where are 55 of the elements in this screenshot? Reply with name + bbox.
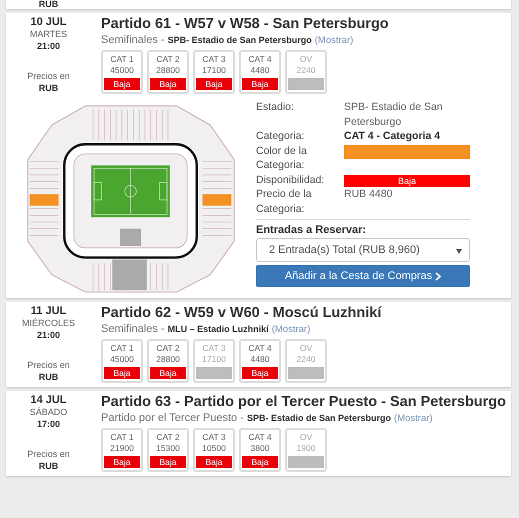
currency-label: RUB: [38, 460, 58, 472]
prices-label: Precios en: [27, 448, 70, 460]
prices-label: Precios en: [27, 359, 70, 371]
match-stage: Semifinales: [101, 34, 158, 46]
match-weekday: SÁBADO: [30, 406, 68, 418]
category-tile[interactable]: CAT 4 3800 Baja: [239, 428, 281, 472]
category-tile[interactable]: CAT 1 21900 Baja: [101, 428, 143, 472]
separator-dash: -: [240, 412, 244, 424]
detail-value: SPB- Estadio de San Petersburgo: [344, 100, 444, 129]
detail-label: Disponibilidad:: [256, 172, 326, 187]
category-tile[interactable]: CAT 3 17100 Baja: [193, 50, 235, 94]
prices-label: Precios en: [27, 70, 70, 82]
category-tile[interactable]: CAT 2 28800 Baja: [147, 50, 189, 94]
match-title: Partido 62 - W59 v W60 - Moscú Luzhnikí: [101, 305, 383, 322]
show-link[interactable]: (Mostrar): [272, 324, 310, 335]
category-tile[interactable]: CAT 3 10500 Baja: [193, 428, 235, 472]
detail-label: Categoria:: [256, 129, 306, 144]
match-weekday: MIÉRCOLES: [22, 317, 75, 329]
match-time: 21:00: [36, 40, 60, 52]
category-tile[interactable]: CAT 2 15300 Baja: [147, 428, 189, 472]
detail-label: Precio de la Categoria:: [256, 187, 312, 216]
match-stage: Semifinales: [101, 323, 158, 335]
tickets-label: Entradas a Reservar:: [256, 223, 368, 238]
venue-name: SPB- Estadio de San Petersburgo: [168, 35, 312, 45]
venue-name: MLU – Estadio Luzhnikí: [168, 324, 269, 334]
category-tile[interactable]: CAT 1 45000 Baja: [101, 50, 143, 94]
match-time: 21:00: [36, 329, 60, 341]
match-time: 17:00: [36, 418, 60, 430]
match-stage: Partido por el Tercer Puesto: [101, 412, 238, 424]
currency-label: RUB: [38, 371, 58, 383]
match-date: 14 JUL: [30, 394, 67, 406]
category-tile[interactable]: CAT 1 45000 Baja: [101, 339, 143, 383]
detail-value: CAT 4 - Categoria 4: [344, 129, 442, 144]
add-to-cart-button[interactable]: Añadir a la Cesta de Compras: [256, 265, 470, 287]
separator-dash: -: [160, 323, 165, 335]
match-date: 10 JUL: [30, 16, 67, 28]
match-date: 11 JUL: [30, 305, 66, 317]
match-title: Partido 63 - Partido por el Tercer Puesto - San Petersburgo: [101, 394, 508, 411]
show-link[interactable]: (Mostrar): [314, 35, 354, 46]
show-link[interactable]: (Mostrar): [394, 413, 433, 424]
currency-label: RUB: [38, 82, 58, 94]
match-title: Partido 61 - W57 v W58 - San Petersburgo: [101, 16, 390, 33]
match-weekday: MARTES: [30, 28, 68, 40]
tickets-select[interactable]: 2 Entrada(s) Total (RUB 8,960): [256, 238, 470, 262]
venue-name: SPB- Estadio de San Petersburgo: [246, 413, 391, 423]
chevron-right-icon: [435, 272, 442, 280]
detail-label: Estadio:: [256, 100, 295, 115]
detail-value: RUB 4480: [344, 187, 394, 202]
availability-bar: Baja: [344, 174, 470, 186]
separator-dash: -: [160, 34, 165, 46]
category-tile[interactable]: CAT 4 4480 Baja: [239, 50, 281, 94]
currency-label: RUB: [38, 0, 60, 9]
category-tile[interactable]: CAT 2 28800 Baja: [147, 339, 189, 383]
detail-label: Color de la Categoria:: [256, 144, 308, 172]
category-tile[interactable]: CAT 4 4480 Baja: [239, 339, 281, 383]
